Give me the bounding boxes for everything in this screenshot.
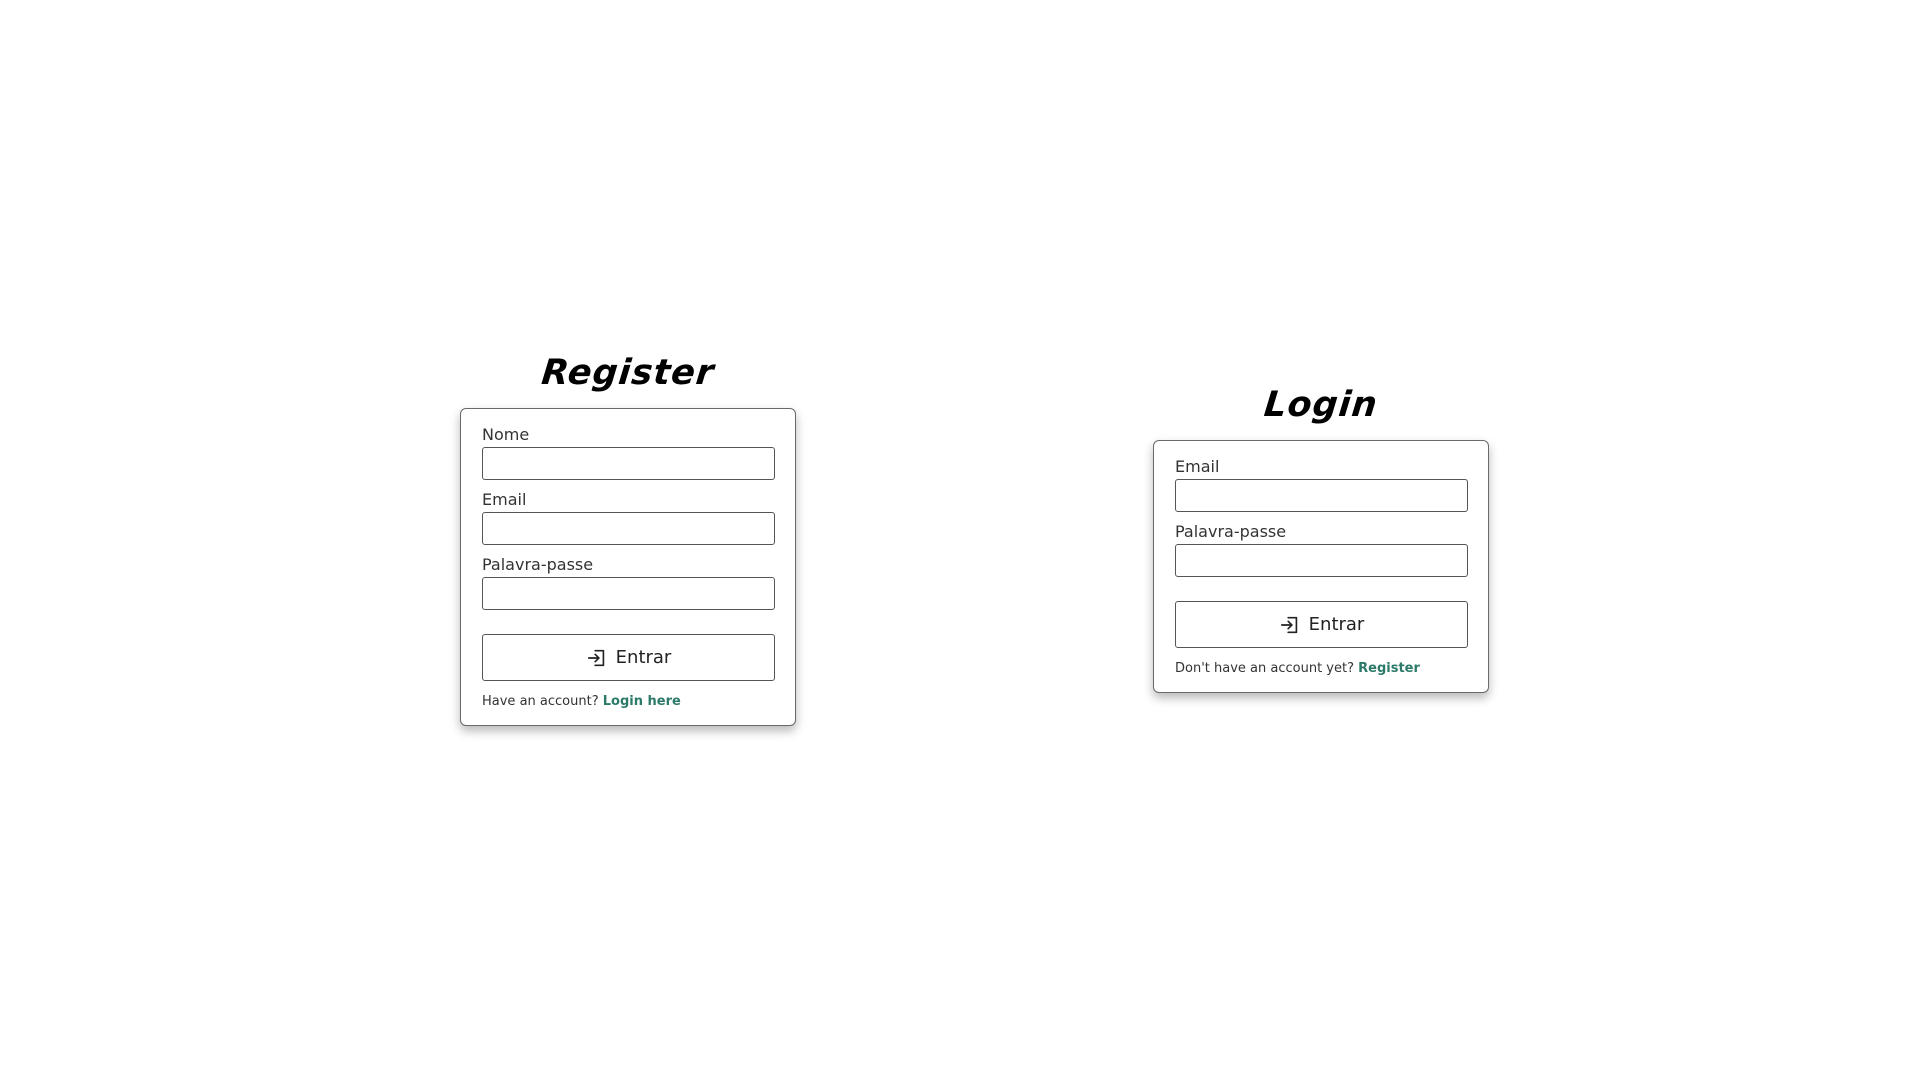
password-input[interactable] bbox=[1175, 544, 1468, 577]
login-form: Email Palavra-passe Entrar Don't have an… bbox=[1153, 440, 1489, 693]
login-footer: Don't have an account yet? Register bbox=[1175, 660, 1467, 678]
register-email-field: Email bbox=[482, 490, 775, 545]
register-footer: Have an account? Login here bbox=[482, 693, 774, 711]
login-panel: Login Email Palavra-passe Entrar Don't h… bbox=[1153, 384, 1489, 693]
register-footer-text: Have an account? bbox=[482, 694, 599, 709]
login-footer-text: Don't have an account yet? bbox=[1175, 661, 1354, 676]
login-title: Login bbox=[1262, 385, 1380, 425]
password-label: Palavra-passe bbox=[1175, 522, 1287, 541]
name-label: Nome bbox=[482, 425, 530, 444]
register-form: Nome Email Palavra-passe Entrar Have an … bbox=[460, 408, 796, 726]
login-arrow-icon bbox=[1279, 614, 1301, 636]
register-password-field: Palavra-passe bbox=[482, 555, 775, 610]
email-label: Email bbox=[482, 490, 527, 509]
password-input[interactable] bbox=[482, 577, 775, 610]
password-label: Palavra-passe bbox=[482, 555, 594, 574]
email-label: Email bbox=[1175, 457, 1220, 476]
register-panel: Register Nome Email Palavra-passe Entrar… bbox=[460, 352, 796, 726]
page: Register Nome Email Palavra-passe Entrar… bbox=[0, 0, 1920, 1080]
login-submit-button[interactable]: Entrar bbox=[1175, 601, 1468, 648]
register-link[interactable]: Register bbox=[1358, 661, 1420, 676]
register-name-field: Nome bbox=[482, 425, 775, 480]
login-email-field: Email bbox=[1175, 457, 1468, 512]
email-input[interactable] bbox=[482, 512, 775, 545]
register-submit-label: Entrar bbox=[615, 647, 672, 668]
login-arrow-icon bbox=[586, 647, 608, 669]
email-input[interactable] bbox=[1175, 479, 1468, 512]
login-submit-label: Entrar bbox=[1308, 614, 1365, 635]
register-title: Register bbox=[539, 353, 717, 393]
login-here-link[interactable]: Login here bbox=[603, 694, 681, 709]
login-password-field: Palavra-passe bbox=[1175, 522, 1468, 577]
register-submit-button[interactable]: Entrar bbox=[482, 634, 775, 681]
name-input[interactable] bbox=[482, 447, 775, 480]
